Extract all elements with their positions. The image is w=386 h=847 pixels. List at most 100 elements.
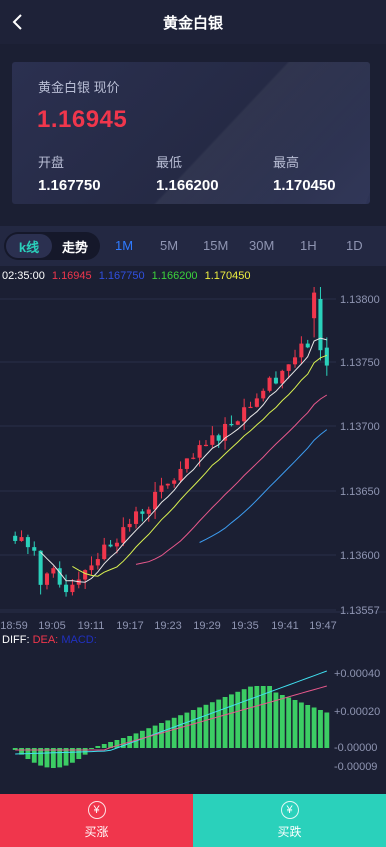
candle-body — [261, 390, 266, 399]
tab-trend[interactable]: 走势 — [52, 234, 98, 258]
legend-current: 1.16945 — [51, 270, 92, 282]
macd-bar — [146, 728, 152, 748]
yuan-coin-icon: ¥ — [280, 801, 299, 819]
macd-bar — [101, 744, 107, 748]
macd-bar — [216, 699, 222, 748]
candle-body — [216, 435, 221, 441]
macd-bar — [311, 707, 317, 748]
candle-body — [13, 535, 18, 541]
x-tick-label: 19:17 — [116, 620, 144, 632]
macd-bar — [267, 686, 272, 748]
candle-body — [95, 559, 100, 566]
macd-bar — [248, 686, 253, 748]
high-label: 最高 — [273, 155, 300, 170]
period-1m[interactable]: 1M — [115, 238, 133, 253]
period-30m[interactable]: 30M — [249, 238, 274, 253]
macd-bar — [241, 689, 247, 748]
y-tick-label: 1.13557 — [340, 605, 380, 617]
macd-bar — [209, 702, 215, 748]
macd-bar — [197, 707, 203, 748]
legend-high: 1.170450 — [204, 270, 251, 282]
candle-body — [248, 406, 253, 409]
period-1d[interactable]: 1D — [346, 238, 363, 253]
macd-bar — [286, 697, 292, 748]
candle-body — [51, 568, 56, 574]
candle-body — [235, 421, 240, 425]
macd-bar — [178, 715, 183, 748]
candlestick-chart[interactable]: 1.13800 1.13750 1.13700 1.13650 1.13600 1.135… — [0, 287, 386, 632]
period-1h[interactable]: 1H — [300, 238, 317, 253]
x-tick-label: 19:35 — [231, 620, 259, 632]
x-tick-label: 19:05 — [38, 620, 66, 632]
buy-up-button[interactable]: ¥ 买涨 — [0, 794, 193, 847]
macd-bar — [152, 725, 158, 748]
macd-bar — [279, 695, 285, 748]
candle-body — [165, 483, 170, 486]
macd-bar — [57, 748, 63, 768]
period-15m[interactable]: 15M — [203, 238, 228, 253]
period-5m[interactable]: 5M — [160, 238, 178, 253]
candle-body — [70, 584, 75, 593]
macd-bar — [50, 748, 56, 768]
candle-body — [19, 537, 24, 541]
macd-bar — [184, 712, 190, 748]
back-button[interactable] — [6, 10, 30, 34]
candle-body — [25, 537, 30, 548]
x-tick-label: 19:23 — [154, 620, 182, 632]
low-label: 最低 — [156, 155, 183, 170]
macd-bar — [114, 740, 120, 748]
candle-body — [324, 347, 329, 366]
macd-bar — [292, 700, 298, 748]
y-tick-label: 1.13750 — [340, 357, 380, 369]
macd-legend: DIFF: DEA: MACD: — [2, 634, 97, 646]
x-tick-label: 19:47 — [309, 620, 337, 632]
chevron-left-icon — [12, 14, 22, 30]
candle-body — [127, 523, 132, 528]
macd-bar — [254, 686, 260, 748]
y-tick-label: 1.13650 — [340, 486, 380, 498]
tab-kline[interactable]: k线 — [6, 234, 52, 258]
macd-bar — [222, 697, 228, 748]
candle-body — [210, 435, 215, 445]
macd-bar — [203, 704, 209, 748]
legend-time: 02:35:00 — [2, 270, 45, 282]
ohlc-legend: 02:35:00 1.16945 1.167750 1.166200 1.170… — [2, 270, 255, 282]
candle-body — [242, 407, 247, 422]
macd-bar — [44, 748, 50, 768]
candle-body — [83, 570, 88, 580]
macd-bar — [171, 717, 177, 748]
buy-down-button[interactable]: ¥ 买跌 — [193, 794, 386, 847]
header-bar: 黄金白银 — [0, 0, 386, 44]
macd-tick-label: +0.00040 — [334, 668, 380, 680]
candle-body — [133, 511, 139, 524]
candle-body — [44, 573, 50, 585]
macd-chart[interactable]: +0.00040 +0.00020 -0.00000 -0.00009 — [0, 648, 386, 788]
candle-body — [203, 444, 209, 447]
macd-bar — [324, 712, 330, 748]
candle-body — [108, 544, 113, 547]
candle-body — [292, 357, 298, 365]
candle-body — [312, 292, 317, 319]
dea-label: DEA: — [32, 634, 59, 646]
candle-body — [184, 458, 189, 469]
high-value: 1.170450 — [273, 177, 336, 194]
macd-tick-label: -0.00000 — [334, 742, 377, 754]
legend-low: 1.166200 — [151, 270, 198, 282]
candle-body — [305, 343, 310, 348]
current-price: 1.16945 — [37, 106, 128, 133]
x-tick-label: 19:41 — [271, 620, 299, 632]
candle-body — [153, 491, 158, 510]
stat-open: 开盘 1.167750 — [38, 152, 101, 194]
stat-high: 最高 1.170450 — [273, 152, 336, 194]
diff-label: DIFF: — [2, 634, 30, 646]
candle-body — [280, 370, 285, 384]
price-card: 黄金白银 现价 1.16945 开盘 1.167750 最低 1.166200 … — [12, 62, 370, 204]
buy-up-label: 买涨 — [84, 825, 109, 839]
candle-body — [140, 511, 145, 514]
y-tick-label: 1.13800 — [340, 294, 380, 306]
candle-body — [102, 544, 107, 560]
candle-body — [178, 468, 183, 481]
macd-bar — [38, 748, 44, 766]
candle-body — [229, 423, 234, 426]
page-title: 黄金白银 — [162, 14, 223, 32]
